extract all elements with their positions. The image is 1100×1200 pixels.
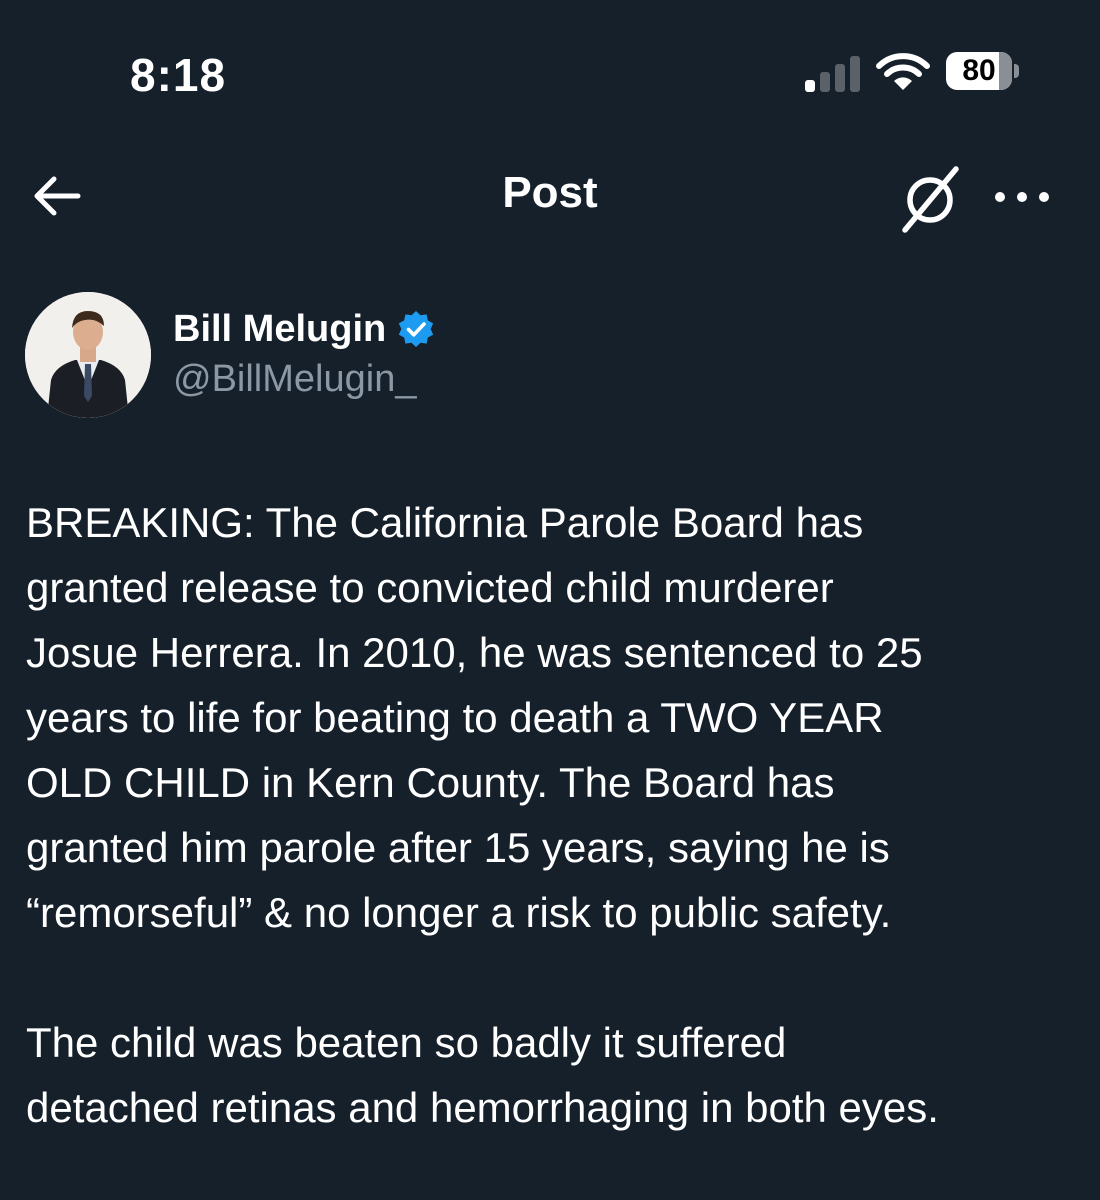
post-paragraph: The child was beaten so badly it suffere…	[26, 1019, 939, 1131]
avatar-image	[25, 292, 151, 418]
status-bar: 8:18 80	[0, 0, 1100, 140]
wifi-icon	[876, 53, 930, 90]
status-time: 8:18	[130, 49, 227, 101]
signal-bar	[805, 80, 815, 92]
battery-tip	[1014, 64, 1019, 78]
author-name-row: Bill Melugin	[173, 306, 436, 352]
nav-bar: Post	[0, 150, 1100, 240]
battery-icon: 80	[946, 52, 1019, 92]
post-author: Bill Melugin @BillMelugin_	[25, 292, 1065, 422]
grok-icon[interactable]	[896, 162, 968, 234]
author-handle[interactable]: @BillMelugin_	[173, 358, 416, 401]
verified-badge-icon	[399, 311, 434, 347]
battery-level: 80	[962, 54, 996, 87]
more-icon[interactable]	[990, 170, 1054, 222]
signal-icon	[805, 56, 860, 92]
signal-bar	[820, 72, 830, 92]
signal-bar	[835, 64, 845, 92]
author-name[interactable]: Bill Melugin	[173, 308, 386, 351]
post-paragraph: BREAKING: The California Parole Board ha…	[26, 499, 923, 936]
avatar[interactable]	[25, 292, 151, 418]
post-text: BREAKING: The California Parole Board ha…	[26, 490, 1086, 1140]
signal-bar	[850, 56, 860, 92]
